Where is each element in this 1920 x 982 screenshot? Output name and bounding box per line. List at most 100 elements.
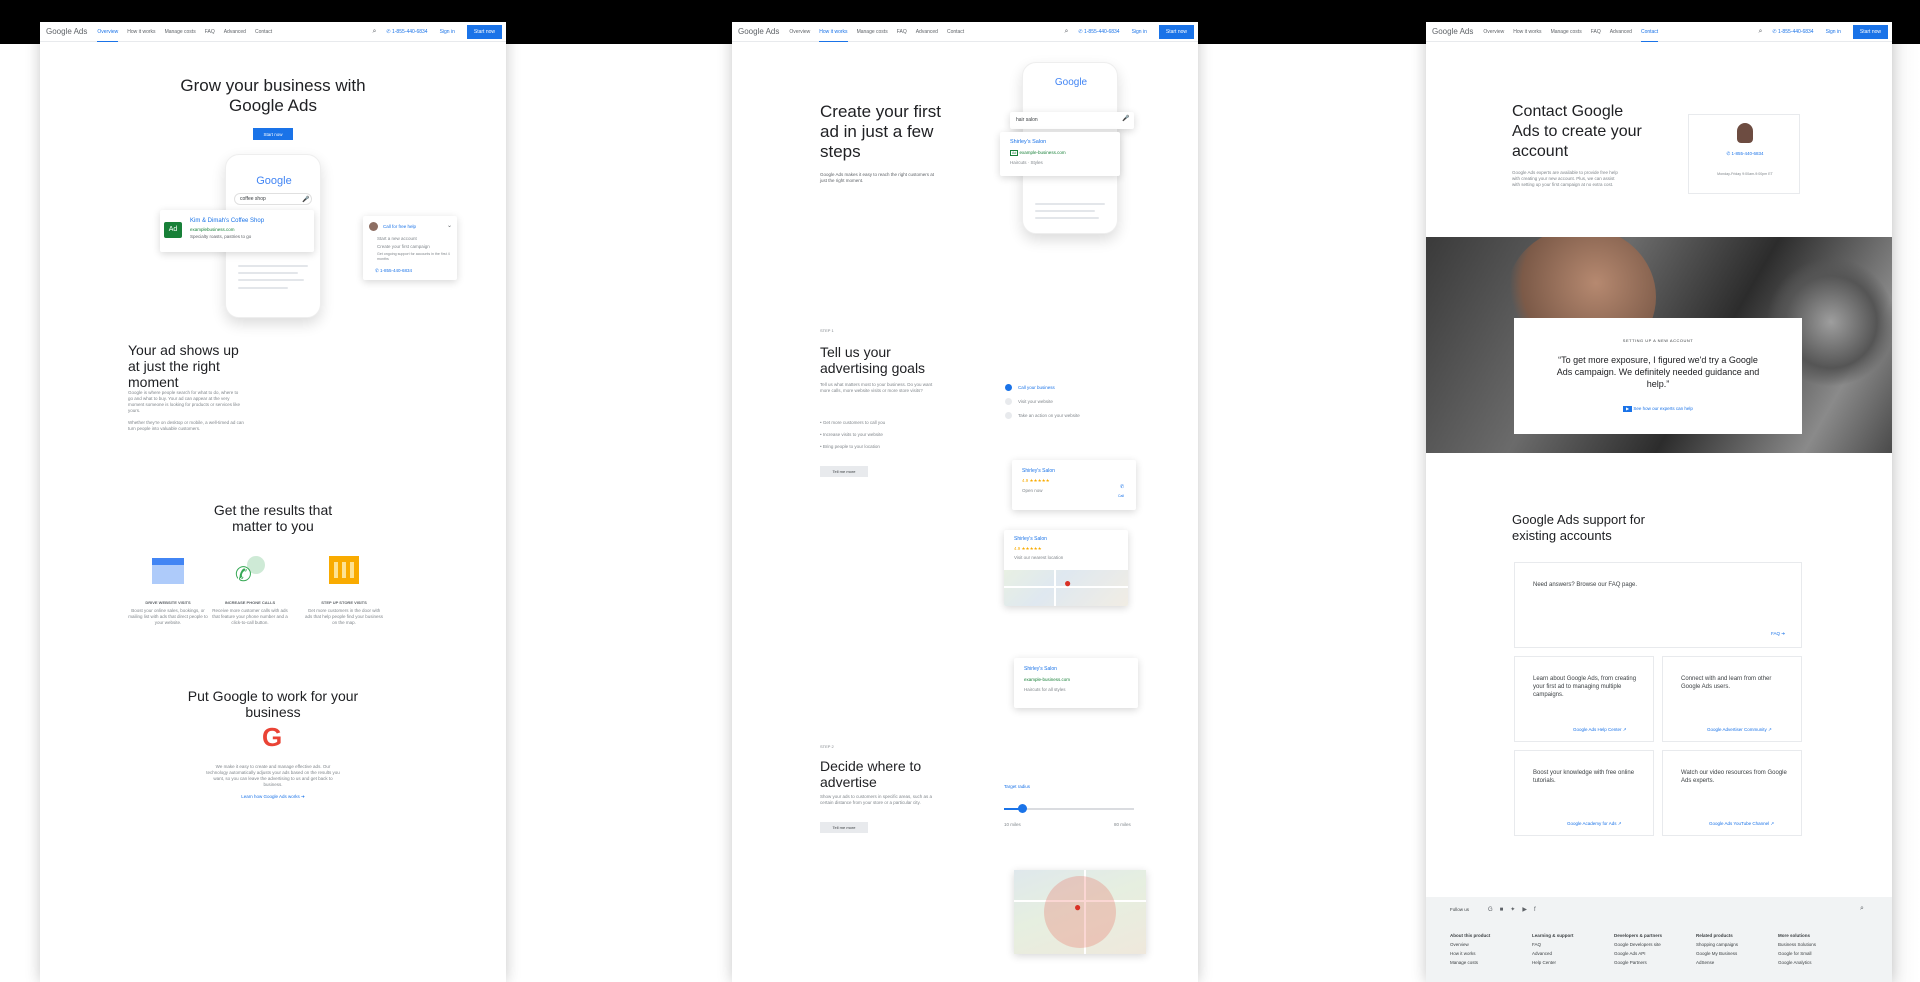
option-radio-selected[interactable] xyxy=(1005,384,1012,391)
mic-icon[interactable]: 🎤 xyxy=(1122,115,1129,122)
footer-link[interactable]: Google Analytics xyxy=(1778,958,1816,967)
option-3-label[interactable]: Take an action on your website xyxy=(1018,413,1080,419)
nav-contact[interactable]: Contact xyxy=(1640,22,1659,42)
nav-manage-costs[interactable]: Manage costs xyxy=(165,22,196,42)
search-icon[interactable]: ⌕ xyxy=(372,28,376,36)
nav-faq[interactable]: FAQ xyxy=(1591,22,1601,42)
help-phone[interactable]: ✆ 1-855-440-6834 xyxy=(375,268,412,274)
search-icon[interactable]: ⌕ xyxy=(1064,28,1068,36)
sign-in-link[interactable]: Sign in xyxy=(440,29,455,35)
hero-start-now-button[interactable]: Start now xyxy=(253,128,293,140)
nav-manage-costs[interactable]: Manage costs xyxy=(1551,22,1582,42)
call-label[interactable]: Call xyxy=(1118,494,1124,498)
work-link[interactable]: Learn how Google Ads works ➔ xyxy=(223,794,323,800)
google-ads-logo[interactable]: Google Ads xyxy=(46,27,87,36)
tile-4-link[interactable]: Google Ads YouTube Channel ↗ xyxy=(1709,821,1774,827)
nav-contact[interactable]: Contact xyxy=(947,22,964,42)
goals-tell-me-more-button[interactable]: Tell me more xyxy=(820,466,868,477)
sign-in-link[interactable]: Sign in xyxy=(1132,29,1147,35)
footer-link[interactable]: Shopping campaigns xyxy=(1696,940,1738,949)
tile-1-link[interactable]: Google Ads Help Center ↗ xyxy=(1573,727,1627,733)
footer-link[interactable]: Google Developers site xyxy=(1614,940,1662,949)
twitter-icon[interactable]: ✦ xyxy=(1510,907,1522,913)
website-ad-card[interactable]: Shirley's Salon example-business.com Hai… xyxy=(1014,658,1138,708)
community-tile[interactable]: Connect with and learn from other Google… xyxy=(1662,656,1802,742)
tile-3-link[interactable]: Google Academy for Ads ↗ xyxy=(1567,821,1622,827)
nav-advanced[interactable]: Advanced xyxy=(916,22,938,42)
google-ads-logo[interactable]: Google Ads xyxy=(1432,27,1473,36)
youtube-tile[interactable]: Watch our video resources from Google Ad… xyxy=(1662,750,1802,836)
start-now-nav-button[interactable]: Start now xyxy=(1158,24,1194,39)
nav-how-it-works[interactable]: How it works xyxy=(127,22,155,42)
faq-link[interactable]: FAQ ➔ xyxy=(1771,631,1785,637)
option-2-label[interactable]: Visit your website xyxy=(1018,399,1053,405)
footer-link[interactable]: Google for Small xyxy=(1778,949,1816,958)
option-radio[interactable] xyxy=(1005,398,1012,405)
footer-link[interactable]: FAQ xyxy=(1532,940,1574,949)
footer-link[interactable]: Manage costs xyxy=(1450,958,1490,967)
nav-how-it-works[interactable]: How it works xyxy=(819,22,848,42)
option-1-label[interactable]: Call your business xyxy=(1018,385,1055,390)
nav-advanced[interactable]: Advanced xyxy=(1610,22,1632,42)
map-ad-card[interactable]: Shirley's Salon 4.9 ★★★★★ Visit our near… xyxy=(1004,530,1128,606)
google-plus-icon[interactable]: G xyxy=(1488,907,1500,913)
quote-link[interactable]: ▶ See how our experts can help xyxy=(1514,406,1802,412)
search-card[interactable]: hair salon 🎤 xyxy=(1010,112,1134,129)
free-help-card[interactable]: Call for free help ⌄ Start a new account… xyxy=(363,216,457,280)
nav-contact[interactable]: Contact xyxy=(255,22,272,42)
blogger-icon[interactable]: ■ xyxy=(1500,907,1511,913)
sign-in-link[interactable]: Sign in xyxy=(1826,29,1841,35)
academy-tile[interactable]: Boost your knowledge with free online tu… xyxy=(1514,750,1654,836)
phone-link[interactable]: ✆ 1-855-440-6834 xyxy=(1772,29,1813,35)
call-ad-card[interactable]: Shirley's Salon 4.9 ★★★★★ Open now ✆ Cal… xyxy=(1012,460,1136,510)
youtube-icon[interactable]: ▶ xyxy=(1522,907,1534,913)
nav-overview[interactable]: Overview xyxy=(789,22,810,42)
tile-2-link[interactable]: Google Advertiser Community ↗ xyxy=(1707,727,1772,733)
ad-title[interactable]: Shirley's Salon xyxy=(1010,139,1046,145)
google-ads-logo[interactable]: Google Ads xyxy=(738,27,779,36)
nav-faq[interactable]: FAQ xyxy=(897,22,907,42)
footer-link[interactable]: Google Ads API xyxy=(1614,949,1662,958)
start-now-nav-button[interactable]: Start now xyxy=(466,24,502,39)
ad-result-card[interactable]: Ad Kim & Dimah's Coffee Shop examplebusi… xyxy=(160,210,314,252)
faq-tile[interactable]: Need answers? Browse our FAQ page. FAQ ➔ xyxy=(1514,562,1802,648)
footer-link[interactable]: Advanced xyxy=(1532,949,1574,958)
where-tell-me-more-button[interactable]: Tell me more xyxy=(820,822,868,833)
nav-faq[interactable]: FAQ xyxy=(205,22,215,42)
radius-slider-handle[interactable] xyxy=(1018,804,1027,813)
footer-link[interactable]: How it works xyxy=(1450,949,1490,958)
nav-manage-costs[interactable]: Manage costs xyxy=(857,22,888,42)
footer-link[interactable]: Overview xyxy=(1450,940,1490,949)
nav-overview[interactable]: Overview xyxy=(1483,22,1504,42)
call-icon[interactable]: ✆ xyxy=(1120,484,1124,490)
mic-icon[interactable]: 🎤 xyxy=(302,196,309,203)
nav-how-it-works[interactable]: How it works xyxy=(1513,22,1541,42)
search-icon[interactable]: ⌕ xyxy=(1860,905,1864,913)
call-ad-title[interactable]: Shirley's Salon xyxy=(1022,468,1055,474)
option-radio[interactable] xyxy=(1005,412,1012,419)
help-center-tile[interactable]: Learn about Google Ads, from creating yo… xyxy=(1514,656,1654,742)
footer-link[interactable]: Google My Business xyxy=(1696,949,1738,958)
footer-link[interactable]: Google Partners xyxy=(1614,958,1662,967)
contact-phone[interactable]: ✆ 1-855-440-6834 xyxy=(1689,151,1801,157)
phone-link[interactable]: ✆ 1-855-440-6834 xyxy=(386,29,427,35)
chevron-down-icon[interactable]: ⌄ xyxy=(447,222,452,229)
footer-link[interactable]: AdSense xyxy=(1696,958,1738,967)
phone-search-box[interactable]: coffee shop xyxy=(234,193,312,205)
start-now-nav-button[interactable]: Start now xyxy=(1852,24,1888,39)
footer-link[interactable]: Business Solutions xyxy=(1778,940,1816,949)
help-title[interactable]: Call for free help xyxy=(383,224,416,229)
phone-link[interactable]: ✆ 1-855-440-6834 xyxy=(1078,29,1119,35)
nav-advanced[interactable]: Advanced xyxy=(224,22,246,42)
mini-map[interactable]: ● xyxy=(1004,570,1128,606)
radius-map[interactable]: ● xyxy=(1014,870,1146,954)
footer-link[interactable]: Help Center xyxy=(1532,958,1574,967)
contact-card[interactable]: ✆ 1-855-440-6834 Monday-Friday 9:00am-9:… xyxy=(1688,114,1800,194)
ad-preview-card[interactable]: Shirley's Salon Ad example-business.com … xyxy=(1000,132,1120,176)
website-ad-title[interactable]: Shirley's Salon xyxy=(1024,666,1057,672)
map-ad-title[interactable]: Shirley's Salon xyxy=(1014,536,1047,542)
facebook-icon[interactable]: f xyxy=(1534,907,1543,913)
search-icon[interactable]: ⌕ xyxy=(1758,28,1762,36)
ad-title[interactable]: Kim & Dimah's Coffee Shop xyxy=(190,218,264,224)
nav-overview[interactable]: Overview xyxy=(97,22,118,42)
